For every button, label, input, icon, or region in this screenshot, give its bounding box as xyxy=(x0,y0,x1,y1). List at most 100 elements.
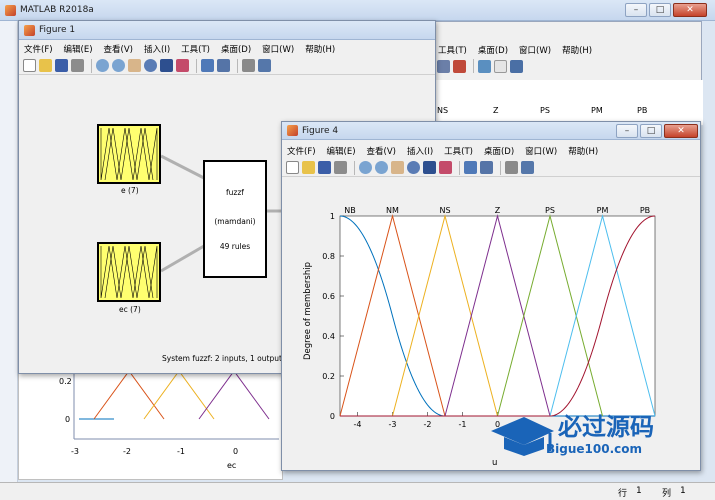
rotate-icon[interactable] xyxy=(407,161,420,174)
mf-label: PB xyxy=(640,206,650,215)
menu-insert[interactable]: 插入(I) xyxy=(407,145,433,157)
behind-xtick: -2 xyxy=(123,447,131,456)
mf-label: PM xyxy=(597,206,609,215)
menu-window[interactable]: 窗口(W) xyxy=(262,43,294,55)
zoom-in-icon[interactable] xyxy=(359,161,372,174)
figure-icon xyxy=(24,24,35,36)
menu-file[interactable]: 文件(F) xyxy=(287,145,316,157)
watermark: 必过源码 Bigue100.com xyxy=(486,407,686,465)
watermark-sub: Bigue100.com xyxy=(546,442,642,456)
figure4-title: Figure 4 xyxy=(302,125,339,136)
y-tick-label: 0 xyxy=(330,412,335,421)
x-tick-label: -2 xyxy=(424,420,432,429)
menu-window[interactable]: 窗口(W) xyxy=(525,145,557,157)
behind-xtick: -3 xyxy=(71,447,79,456)
rotate-icon[interactable] xyxy=(144,59,157,72)
new-figure-icon[interactable] xyxy=(286,161,299,174)
pan-icon[interactable] xyxy=(128,59,141,72)
legend-label: PM xyxy=(591,106,603,115)
open-icon[interactable] xyxy=(302,161,315,174)
zoom-in-icon[interactable] xyxy=(96,59,109,72)
colorbar-icon[interactable] xyxy=(217,59,230,72)
rules-count: 49 rules xyxy=(219,242,251,251)
fis-system-box[interactable]: fuzzf (mamdani) 49 rules xyxy=(203,160,267,278)
x-tick-label: -4 xyxy=(354,420,362,429)
menu-insert[interactable]: 插入(I) xyxy=(144,43,170,55)
menu-item[interactable]: 帮助(H) xyxy=(562,44,592,56)
data-cursor-icon[interactable] xyxy=(423,161,436,174)
system-name: fuzzf xyxy=(226,188,244,197)
link-icon[interactable] xyxy=(464,161,477,174)
input-e-box[interactable] xyxy=(97,124,161,184)
menu-edit[interactable]: 编辑(E) xyxy=(327,145,356,157)
link-icon[interactable] xyxy=(201,59,214,72)
mf-label: NB xyxy=(344,206,355,215)
menu-tools[interactable]: 工具(T) xyxy=(181,43,210,55)
maximize-button[interactable]: □ xyxy=(649,3,671,17)
y-axis-label: Degree of membership xyxy=(303,262,313,361)
dock-icon[interactable] xyxy=(521,161,534,174)
hide-tools-icon[interactable] xyxy=(242,59,255,72)
print-icon[interactable] xyxy=(71,59,84,72)
open-icon[interactable] xyxy=(39,59,52,72)
behind-xtick: 0 xyxy=(233,447,239,456)
toolbar-icon[interactable] xyxy=(453,59,466,73)
menu-file[interactable]: 文件(F) xyxy=(24,43,53,55)
hide-tools-icon[interactable] xyxy=(505,161,518,174)
col-value: 1 xyxy=(680,486,686,496)
menu-help[interactable]: 帮助(H) xyxy=(305,43,335,55)
menu-desktop[interactable]: 桌面(D) xyxy=(221,43,251,55)
toolbar-icon[interactable] xyxy=(494,59,507,73)
menu-view[interactable]: 查看(V) xyxy=(104,43,133,55)
toolbar-icon[interactable] xyxy=(478,59,491,73)
zoom-out-icon[interactable] xyxy=(375,161,388,174)
dock-icon[interactable] xyxy=(258,59,271,72)
menu-item[interactable]: 工具(T) xyxy=(438,44,467,56)
mf-label: NS xyxy=(439,206,450,215)
minimize-button[interactable]: – xyxy=(625,3,647,17)
y-tick-label: 0.8 xyxy=(322,252,335,261)
menu-help[interactable]: 帮助(H) xyxy=(568,145,598,157)
row-label: 行 xyxy=(618,489,628,499)
mf-label: NM xyxy=(386,206,399,215)
matlab-logo-icon xyxy=(5,4,16,16)
zoom-out-icon[interactable] xyxy=(112,59,125,72)
pan-icon[interactable] xyxy=(391,161,404,174)
watermark-text: 必过源码 xyxy=(558,413,654,441)
col-label: 列 xyxy=(662,489,672,499)
close-button[interactable]: ✕ xyxy=(664,124,698,138)
new-figure-icon[interactable] xyxy=(23,59,36,72)
data-cursor-icon[interactable] xyxy=(160,59,173,72)
y-tick-label: 0.4 xyxy=(322,332,335,341)
menu-item[interactable]: 桌面(D) xyxy=(478,44,508,56)
menu-view[interactable]: 查看(V) xyxy=(367,145,396,157)
legend-label: Z xyxy=(493,106,499,115)
status-bar: 行 1 列 1 xyxy=(0,482,715,500)
close-button[interactable]: ✕ xyxy=(673,3,707,17)
save-icon[interactable] xyxy=(55,59,68,72)
menu-desktop[interactable]: 桌面(D) xyxy=(484,145,514,157)
brush-icon[interactable] xyxy=(176,59,189,72)
y-tick-label: 1 xyxy=(330,212,335,221)
mf-label: Z xyxy=(495,206,501,215)
status-text: System fuzzf: 2 inputs, 1 outputs, xyxy=(162,354,289,363)
toolbar-icon[interactable] xyxy=(510,59,523,73)
mf-label: PS xyxy=(545,206,555,215)
input-ec-label: ec (7) xyxy=(119,305,141,314)
figure-icon xyxy=(287,125,298,136)
behind-ytick: 0 xyxy=(65,415,71,424)
minimize-button[interactable]: – xyxy=(616,124,638,138)
maximize-button[interactable]: □ xyxy=(640,124,662,138)
menu-item[interactable]: 窗口(W) xyxy=(519,44,551,56)
brush-icon[interactable] xyxy=(439,161,452,174)
toolbar-icon[interactable] xyxy=(437,59,450,73)
behind-figure2: 工具(T) 桌面(D) 窗口(W) 帮助(H) NS Z PS PM PB xyxy=(432,21,703,125)
menu-tools[interactable]: 工具(T) xyxy=(444,145,473,157)
input-ec-box[interactable] xyxy=(97,242,161,302)
menu-edit[interactable]: 编辑(E) xyxy=(64,43,93,55)
save-icon[interactable] xyxy=(318,161,331,174)
print-icon[interactable] xyxy=(334,161,347,174)
behind-figure-area: 0.2 0 -3 -2 -1 0 ec xyxy=(18,370,283,480)
colorbar-icon[interactable] xyxy=(480,161,493,174)
y-tick-label: 0.2 xyxy=(322,372,335,381)
